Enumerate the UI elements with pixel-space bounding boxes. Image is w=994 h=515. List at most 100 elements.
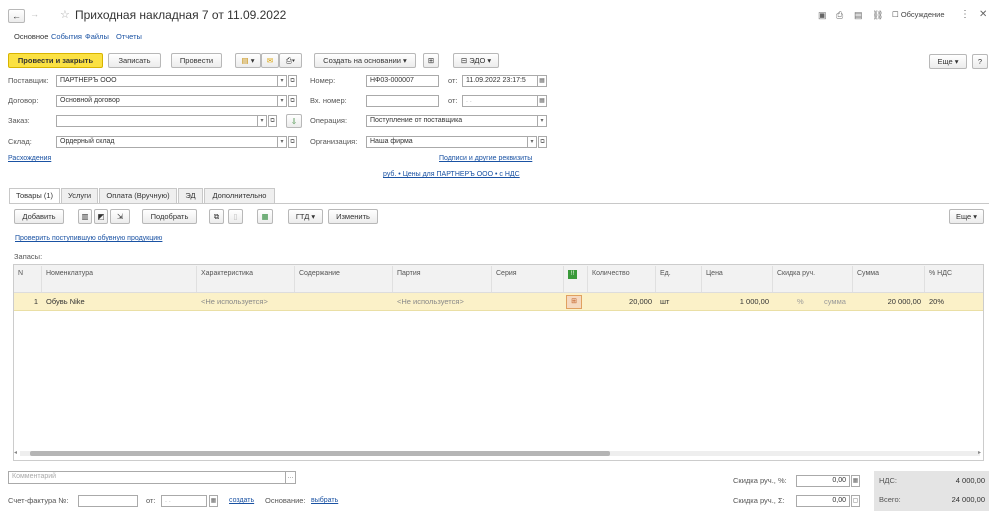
signatures-link[interactable]: Подписи и другие реквизиты bbox=[439, 155, 532, 162]
tab-goods[interactable]: Товары (1) bbox=[9, 188, 60, 204]
discount-sum-field[interactable]: 0,00 bbox=[796, 495, 850, 507]
incoming-date-field[interactable]: . . bbox=[462, 95, 538, 107]
supplier-dropdown[interactable]: ▾ bbox=[278, 75, 287, 87]
forward-button[interactable]: → bbox=[30, 9, 39, 19]
favorite-star-icon[interactable]: ☆ bbox=[60, 8, 70, 21]
row-content[interactable] bbox=[295, 294, 393, 310]
operation-field[interactable]: Поступление от поставщика bbox=[366, 115, 538, 127]
contract-field[interactable]: Основной договор bbox=[56, 95, 278, 107]
organization-field[interactable]: Наша фирма bbox=[366, 136, 528, 148]
row-batch[interactable]: <Не используется> bbox=[393, 294, 492, 310]
row-vat[interactable]: 20% bbox=[925, 294, 983, 310]
nav-tab-reports[interactable]: Отчеты bbox=[116, 32, 142, 41]
discussion-button[interactable]: ☐ Обсуждение bbox=[892, 10, 945, 19]
back-button[interactable]: ← bbox=[8, 9, 25, 23]
tab-ed[interactable]: ЭД bbox=[178, 188, 203, 203]
horizontal-scrollbar[interactable] bbox=[20, 451, 980, 456]
order-open-button[interactable]: ⧉ bbox=[268, 115, 277, 127]
discount-pct-field[interactable]: 0,00 bbox=[796, 475, 850, 487]
scan-button[interactable]: ◩ bbox=[94, 209, 108, 224]
discount-sum-calc-icon[interactable]: ▢ bbox=[851, 495, 860, 507]
save-disk-icon[interactable]: ▣ bbox=[818, 10, 827, 21]
documents-dropdown-button[interactable]: ▤ ▾ bbox=[235, 53, 261, 68]
prices-link[interactable]: руб. • Цены для ПАРТНЕРЪ ООО • с НДС bbox=[383, 171, 520, 178]
order-dropdown[interactable]: ▾ bbox=[258, 115, 267, 127]
col-discount[interactable]: Скидка руч. bbox=[773, 266, 853, 292]
gtd-button[interactable]: ГТД ▾ bbox=[288, 209, 323, 224]
edo-button[interactable]: ⊟ ЭДО ▾ bbox=[453, 53, 499, 68]
nav-tab-files[interactable]: Файлы bbox=[85, 32, 109, 41]
row-discount-pct[interactable]: % bbox=[793, 294, 813, 310]
order-field[interactable] bbox=[56, 115, 258, 127]
nav-tab-main[interactable]: Основное bbox=[14, 32, 48, 41]
select-button[interactable]: Подобрать bbox=[142, 209, 197, 224]
help-button[interactable]: ? bbox=[972, 54, 988, 69]
col-unit[interactable]: Ед. bbox=[656, 266, 702, 292]
col-vat[interactable]: % НДС bbox=[925, 266, 983, 292]
copy-rows-button[interactable]: ⧉ bbox=[209, 209, 224, 224]
contract-open-button[interactable]: ⧉ bbox=[288, 95, 297, 107]
discrepancies-link[interactable]: Расхождения bbox=[8, 155, 51, 162]
more-menu-icon[interactable]: ⋮ bbox=[960, 9, 970, 20]
close-icon[interactable]: ✕ bbox=[979, 9, 987, 20]
incoming-number-field[interactable] bbox=[366, 95, 439, 107]
row-characteristic[interactable]: <Не используется> bbox=[197, 294, 295, 310]
organization-dropdown[interactable]: ▾ bbox=[528, 136, 537, 148]
row-discount-sum[interactable]: сумма bbox=[820, 294, 853, 310]
row-unit[interactable]: шт bbox=[656, 294, 702, 310]
row-series[interactable] bbox=[492, 294, 564, 310]
save-button[interactable]: Записать bbox=[108, 53, 161, 68]
paste-rows-button[interactable]: ▯ bbox=[228, 209, 243, 224]
goods-more-button[interactable]: Еще ▾ bbox=[949, 209, 984, 224]
number-field[interactable]: НФ03-000007 bbox=[366, 75, 439, 87]
contract-dropdown[interactable]: ▾ bbox=[278, 95, 287, 107]
print-dropdown-button[interactable]: ⎙▾ bbox=[279, 53, 302, 68]
organization-open-button[interactable]: ⧉ bbox=[538, 136, 547, 148]
tab-services[interactable]: Услуги bbox=[61, 188, 98, 203]
incoming-calendar-icon[interactable]: ▦ bbox=[538, 95, 547, 107]
col-content[interactable]: Содержание bbox=[295, 266, 393, 292]
comment-field[interactable]: Комментарий bbox=[8, 471, 286, 484]
supplier-field[interactable]: ПАРТНЕРЪ ООО bbox=[56, 75, 278, 87]
row-price[interactable]: 1 000,00 bbox=[702, 294, 773, 310]
create-based-on-button[interactable]: Создать на основании ▾ bbox=[314, 53, 416, 68]
structure-button[interactable]: ⊞ bbox=[423, 53, 439, 68]
col-n[interactable]: N bbox=[14, 266, 42, 292]
link-icon[interactable]: ⛓ bbox=[872, 10, 883, 21]
warehouse-field[interactable]: Ордерный склад bbox=[56, 136, 278, 148]
supplier-open-button[interactable]: ⧉ bbox=[288, 75, 297, 87]
operation-dropdown[interactable]: ▾ bbox=[538, 115, 547, 127]
invoice-calendar-icon[interactable]: ▦ bbox=[209, 495, 218, 507]
scroll-left-icon[interactable]: ◂ bbox=[14, 449, 17, 456]
print-icon[interactable]: ⎙ bbox=[836, 10, 843, 21]
row-sum[interactable]: 20 000,00 bbox=[853, 294, 925, 310]
scroll-right-icon[interactable]: ▸ bbox=[978, 449, 981, 456]
choose-basis-link[interactable]: выбрать bbox=[311, 497, 338, 504]
col-status[interactable]: !! bbox=[564, 266, 588, 292]
check-shoes-link[interactable]: Проверить поступившую обувную продукцию bbox=[15, 235, 162, 242]
col-price[interactable]: Цена bbox=[702, 266, 773, 292]
invoice-number-field[interactable] bbox=[78, 495, 138, 507]
col-qty[interactable]: Количество bbox=[588, 266, 656, 292]
warehouse-open-button[interactable]: ⧉ bbox=[288, 136, 297, 148]
invoice-date-field[interactable]: . . bbox=[161, 495, 207, 507]
post-and-close-button[interactable]: Провести и закрыть bbox=[8, 53, 103, 68]
create-invoice-link[interactable]: создать bbox=[229, 497, 254, 504]
preview-icon[interactable]: ▤ bbox=[854, 10, 863, 21]
col-item[interactable]: Номенклатура bbox=[42, 266, 197, 292]
row-status-icon[interactable]: ⊞ bbox=[566, 295, 582, 309]
email-dropdown-button[interactable]: ✉ bbox=[261, 53, 279, 68]
nav-tab-events[interactable]: События bbox=[51, 32, 82, 41]
discount-pct-calc-icon[interactable]: ▦ bbox=[851, 475, 860, 487]
row-qty[interactable]: 20,000 bbox=[588, 294, 656, 310]
order-fill-button[interactable]: ⇩ bbox=[286, 114, 302, 128]
row-item[interactable]: Обувь Nike bbox=[42, 294, 197, 310]
fill-table-button[interactable]: ⇲ bbox=[110, 209, 130, 224]
tab-payment[interactable]: Оплата (Вручную) bbox=[99, 188, 177, 203]
col-sum[interactable]: Сумма bbox=[853, 266, 925, 292]
change-button[interactable]: Изменить bbox=[328, 209, 378, 224]
more-button[interactable]: Еще ▾ bbox=[929, 54, 967, 69]
scrollbar-thumb[interactable] bbox=[30, 451, 610, 456]
barcode-button[interactable]: ▥ bbox=[78, 209, 92, 224]
post-button[interactable]: Провести bbox=[171, 53, 222, 68]
